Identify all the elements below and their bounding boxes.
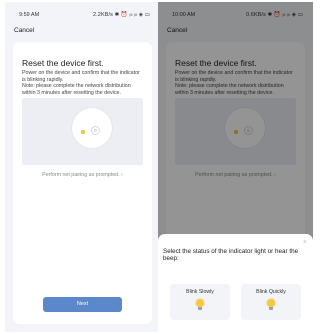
indicator-status-sheet: × Select the status of the indicator lig… (158, 234, 313, 332)
bulb-icon (196, 299, 204, 311)
status-bar: 9:59 AM 2.2KB/s ✱ ⏰ ᵢₗₗ ᵢₗₗ ◈ ▭ (5, 12, 160, 21)
cancel-button[interactable]: Cancel (14, 27, 34, 34)
reset-button-icon (91, 126, 100, 135)
blink-quickly-option[interactable]: Blink Quickly (241, 284, 301, 320)
option-label: Blink Quickly (256, 289, 286, 295)
right-screen: 10:00 AM 0.6KB/s ✱ ⏰ ᵢₗₗ ᵢₗₗ ◈ ▭ Cancel … (158, 2, 313, 332)
reset-card: Reset the device first. Power on the dev… (13, 42, 152, 324)
status-time: 9:59 AM (19, 12, 40, 18)
instruction-line: Note: please complete the network distri… (22, 83, 131, 89)
instruction-line: Power on the device and confirm that the… (22, 70, 140, 76)
option-label: Blink Slowly (186, 289, 214, 295)
blink-slowly-option[interactable]: Blink Slowly (170, 284, 230, 320)
disc-illustration (72, 108, 112, 148)
instructions: Power on the device and confirm that the… (22, 70, 150, 96)
sheet-question: Select the status of the indicator light… (163, 248, 299, 263)
bulb-icon (267, 299, 275, 311)
instruction-line: within 3 minutes after resetting the dev… (22, 89, 121, 96)
next-button[interactable]: Next (43, 297, 122, 312)
device-illustration (22, 98, 143, 165)
net-pairing-link[interactable]: Perform net pairing as prompted. › (13, 172, 152, 178)
indicator-light-icon (81, 130, 85, 134)
close-icon[interactable]: × (303, 239, 307, 246)
status-network: 2.2KB/s ✱ ⏰ ᵢₗₗ ᵢₗₗ ◈ ▭ (93, 12, 150, 18)
page-title: Reset the device first. (22, 58, 104, 68)
left-screen: 9:59 AM 2.2KB/s ✱ ⏰ ᵢₗₗ ᵢₗₗ ◈ ▭ Cancel R… (5, 2, 160, 332)
